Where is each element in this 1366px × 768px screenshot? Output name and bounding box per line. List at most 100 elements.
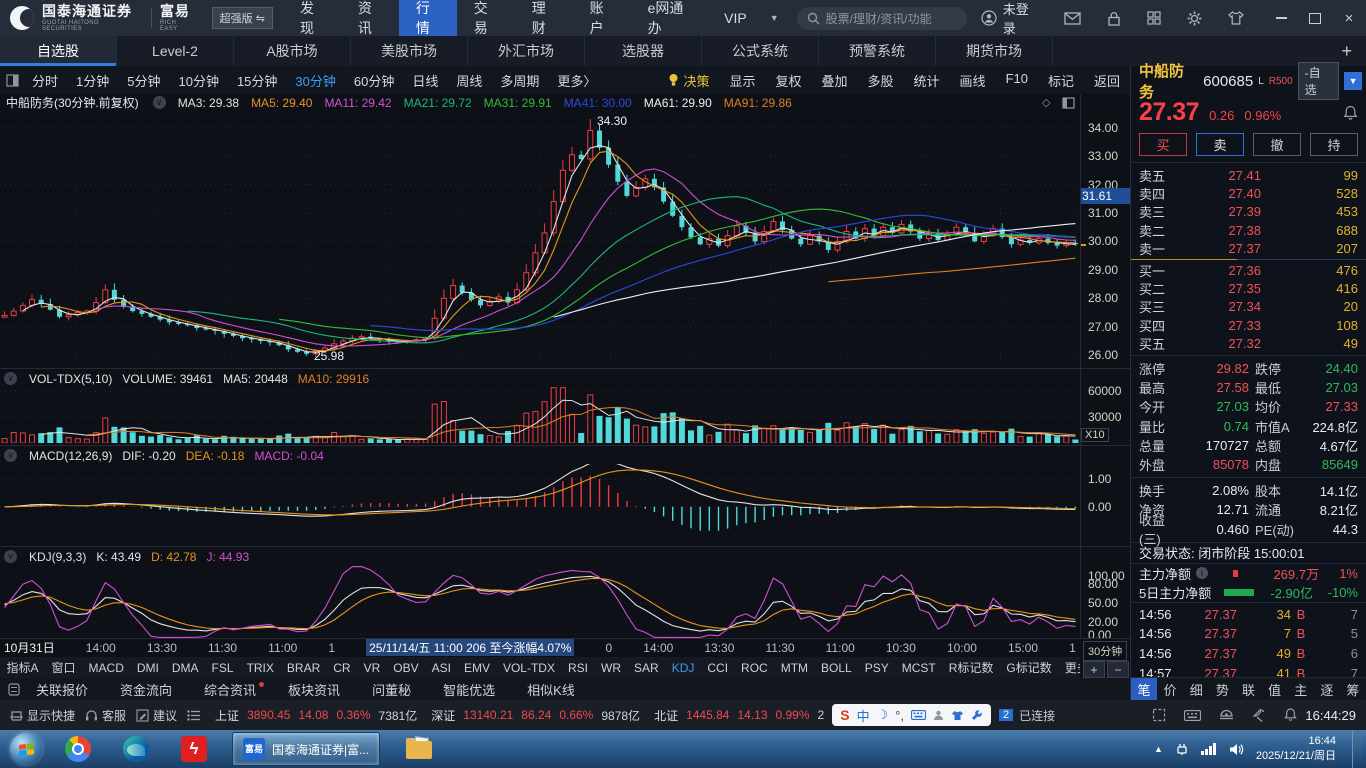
indicator-更多〉[interactable]: 更多〉 (1058, 659, 1080, 676)
indicator-DMA[interactable]: DMA (165, 661, 205, 675)
action-F10[interactable]: F10 (996, 71, 1038, 90)
list-icon[interactable] (187, 710, 201, 721)
indicator-WR[interactable]: WR (595, 661, 628, 675)
pane-split-icon[interactable] (1062, 97, 1075, 109)
tick-row[interactable]: 14:5627.377B5 (1131, 624, 1366, 644)
indicator-DMI[interactable]: DMI (130, 661, 165, 675)
bottom-tab-智能优选[interactable]: 智能优选 (427, 680, 511, 699)
mail-icon[interactable] (1064, 12, 1081, 25)
action-多股[interactable]: 多股 (858, 71, 904, 90)
market-tab-期货市场[interactable]: 期货市场 (936, 36, 1053, 66)
ime-toolbar[interactable]: S 中 ☽ °, (832, 704, 991, 726)
indicator-PSY[interactable]: PSY (858, 661, 895, 675)
start-button[interactable] (10, 733, 42, 765)
order-button-买[interactable]: 买 (1139, 133, 1187, 156)
indicator-BRAR[interactable]: BRAR (280, 661, 326, 675)
indicator-VR[interactable]: VR (357, 661, 387, 675)
gear-icon[interactable] (1187, 11, 1202, 26)
indicator-BOLL[interactable]: BOLL (815, 661, 859, 675)
menu-item-发现[interactable]: 发现 (283, 0, 341, 36)
ask-row[interactable]: 卖一27.37207 (1131, 240, 1366, 258)
period-30分钟[interactable]: 30分钟 (286, 71, 344, 90)
indicator-指标A[interactable]: 指标A (0, 659, 45, 676)
order-button-卖[interactable]: 卖 (1196, 133, 1244, 156)
candlestick-chart[interactable]: 34.3025.98 (0, 112, 1080, 368)
service-button[interactable]: 客服 (85, 707, 126, 724)
tray-signal-icon[interactable] (1201, 743, 1217, 755)
indicator-VOL-TDX[interactable]: VOL-TDX (496, 661, 561, 675)
zoom-in-button[interactable]: + (1083, 661, 1105, 678)
notify-bell-icon[interactable] (1284, 708, 1297, 722)
kdj-chart[interactable] (0, 566, 1080, 638)
show-desktop-button[interactable] (1352, 730, 1362, 768)
remove-watchlist-button[interactable]: -自选 (1298, 62, 1340, 100)
ask-row[interactable]: 卖二27.38688 (1131, 221, 1366, 239)
order-button-持[interactable]: 持 (1310, 133, 1358, 156)
panel-tab-主[interactable]: 主 (1288, 678, 1314, 700)
tray-expand-icon[interactable]: ▲ (1154, 744, 1163, 754)
market-tab-选股器[interactable]: 选股器 (585, 36, 702, 66)
action-画线[interactable]: 画线 (950, 71, 996, 90)
action-叠加[interactable]: 叠加 (812, 71, 858, 90)
indicator-ASI[interactable]: ASI (425, 661, 457, 675)
action-显示[interactable]: 显示 (719, 71, 765, 90)
bottom-tab-问董秘[interactable]: 问董秘 (356, 680, 427, 699)
indicator-ROC[interactable]: ROC (735, 661, 775, 675)
order-button-撤[interactable]: 撤 (1253, 133, 1301, 156)
period-分时[interactable]: 分时 (23, 71, 67, 90)
period-多周期[interactable]: 多周期 (491, 71, 548, 90)
indicator-CCI[interactable]: CCI (701, 661, 735, 675)
period-更多〉[interactable]: 更多〉 (548, 71, 605, 90)
taskbar-edge[interactable] (114, 732, 158, 766)
period-10分钟[interactable]: 10分钟 (169, 71, 227, 90)
tray-clock[interactable]: 16:44 2025/12/21/周日 (1256, 734, 1336, 765)
version-badge[interactable]: 超强版 ⇋ (212, 7, 273, 29)
collapse-pane-icon[interactable]: ∨ (4, 372, 17, 385)
taskbar-stock-app[interactable]: ϟ (172, 732, 216, 766)
panel-tab-势[interactable]: 势 (1209, 678, 1235, 700)
taskbar-chrome[interactable] (56, 732, 100, 766)
tick-row[interactable]: 14:5627.3749B6 (1131, 644, 1366, 664)
panel-tab-值[interactable]: 值 (1262, 678, 1288, 700)
panel-tab-价[interactable]: 价 (1157, 678, 1183, 700)
action-返回[interactable]: 返回 (1084, 71, 1130, 90)
period-60分钟[interactable]: 60分钟 (345, 71, 403, 90)
taskbar-folder[interactable] (406, 738, 434, 760)
indicator-MTM[interactable]: MTM (774, 661, 814, 675)
bottom-tab-相似K线[interactable]: 相似K线 (511, 680, 591, 699)
ask-row[interactable]: 卖三27.39453 (1131, 203, 1366, 221)
indicator-R标记数[interactable]: R标记数 (942, 659, 1000, 676)
doc-panel-icon[interactable] (8, 683, 20, 696)
indicator-CR[interactable]: CR (327, 661, 357, 675)
collapse-pane-icon[interactable]: ∨ (4, 550, 17, 563)
alert-bell-icon[interactable] (1343, 105, 1358, 121)
maximize-button[interactable] (1298, 0, 1332, 36)
indicator-OBV[interactable]: OBV (387, 661, 425, 675)
active-window-taskbutton[interactable]: 富易 国泰海通证券|富... (232, 732, 380, 766)
tray-plug-icon[interactable] (1175, 742, 1189, 756)
period-5分钟[interactable]: 5分钟 (118, 71, 169, 90)
menu-item-资讯[interactable]: 资讯 (341, 0, 399, 36)
camera-dome-icon[interactable] (1219, 709, 1234, 721)
period-日线[interactable]: 日线 (403, 71, 447, 90)
panel-tab-逐[interactable]: 逐 (1314, 678, 1340, 700)
bottom-tab-综合资讯[interactable]: 综合资讯 (188, 680, 272, 699)
indicator-MACD[interactable]: MACD (82, 661, 130, 675)
menu-item-e网通办[interactable]: e网通办 (631, 0, 708, 36)
bid-row[interactable]: 买五27.3249 (1131, 335, 1366, 353)
macd-chart[interactable] (0, 464, 1080, 544)
indicator-KDJ[interactable]: KDJ (665, 661, 701, 675)
bid-row[interactable]: 买四27.33108 (1131, 316, 1366, 334)
indicator-EMV[interactable]: EMV (457, 661, 496, 675)
diamond-tool-icon[interactable]: ◇ (1042, 96, 1050, 109)
layout-panel-icon[interactable] (6, 74, 19, 87)
indicator-FSL[interactable]: FSL (205, 661, 240, 675)
market-tab-A股市场[interactable]: A股市场 (234, 36, 351, 66)
add-tab-button[interactable]: + (1341, 41, 1352, 62)
collapse-pane-icon[interactable]: ∨ (153, 96, 166, 109)
tray-volume-icon[interactable] (1229, 743, 1244, 756)
bid-row[interactable]: 买一27.36476 (1131, 261, 1366, 279)
suggest-button[interactable]: 建议 (136, 707, 177, 724)
indicator-G标记数[interactable]: G标记数 (1000, 659, 1058, 676)
panel-tab-筹[interactable]: 筹 (1340, 678, 1366, 700)
